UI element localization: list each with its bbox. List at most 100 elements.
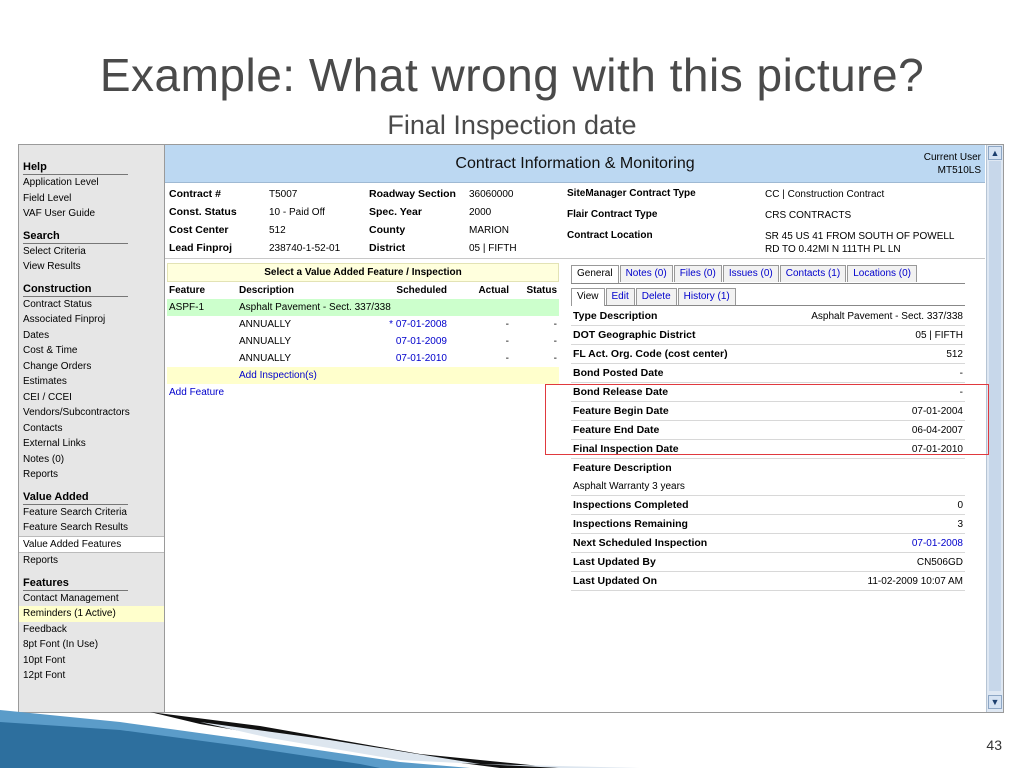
feature-table-header: Feature Description Scheduled Actual Sta… xyxy=(167,282,559,299)
subtab-view[interactable]: View xyxy=(571,288,605,306)
inspection-actual: - xyxy=(505,319,509,330)
inspection-scheduled-link[interactable]: 07-01-2010 xyxy=(361,350,449,367)
info-label: Lead Finproj xyxy=(169,242,232,254)
sidebar-item-reminders[interactable]: Reminders (1 Active) xyxy=(19,606,164,622)
blank-cell xyxy=(167,333,237,350)
column-header: Description xyxy=(239,285,295,296)
inspection-row[interactable]: ANNUALLY 07-01-2009 - - xyxy=(167,333,559,350)
info-label: Flair Contract Type xyxy=(567,209,658,220)
slide-title: Example: What wrong with this picture? xyxy=(99,49,925,101)
tab-general[interactable]: General xyxy=(571,265,619,283)
inspection-scheduled-link[interactable]: 07-01-2009 xyxy=(361,333,449,350)
tab-files[interactable]: Files (0) xyxy=(673,265,722,282)
sidebar-item-cei-ccei[interactable]: CEI / CCEI xyxy=(19,390,164,406)
inspection-status: - xyxy=(553,353,557,364)
sidebar-item-field-level[interactable]: Field Level xyxy=(19,191,164,207)
tab-issues[interactable]: Issues (0) xyxy=(722,265,779,282)
sidebar-item-value-added-features[interactable]: Value Added Features xyxy=(19,535,164,553)
inspection-row[interactable]: ANNUALLY 07-01-2010 - - xyxy=(167,350,559,367)
scroll-track[interactable] xyxy=(989,161,1001,691)
subtab-delete[interactable]: Delete xyxy=(635,288,677,305)
sidebar-item-value-added-reports[interactable]: Reports xyxy=(19,553,164,569)
sidebar-item-associated-finproj[interactable]: Associated Finproj xyxy=(19,312,164,328)
info-label: SiteManager Contract Type xyxy=(567,188,696,199)
subtab-history[interactable]: History (1) xyxy=(677,288,736,305)
detail-row: FL Act. Org. Code (cost center) 512 xyxy=(571,344,965,364)
contract-info-row: Cost Center 512 County MARION xyxy=(167,221,519,239)
sidebar-item-reports[interactable]: Reports xyxy=(19,467,164,483)
sidebar-item-select-criteria[interactable]: Select Criteria xyxy=(19,244,164,260)
detail-value: - xyxy=(769,363,965,383)
detail-row: Asphalt Warranty 3 years xyxy=(571,477,965,496)
sidebar-item-feedback[interactable]: Feedback xyxy=(19,622,164,638)
inspection-scheduled-link[interactable]: * 07-01-2008 xyxy=(361,316,449,333)
sidebar-item-cost-time[interactable]: Cost & Time xyxy=(19,343,164,359)
inspection-status: - xyxy=(553,319,557,330)
tab-notes[interactable]: Notes (0) xyxy=(619,265,673,282)
sidebar-item-application-level[interactable]: Application Level xyxy=(19,175,164,191)
scroll-down-icon[interactable]: ▼ xyxy=(988,695,1002,709)
info-value: CRS CONTRACTS xyxy=(765,210,852,221)
divider xyxy=(165,258,985,259)
sidebar-item-10pt-font[interactable]: 10pt Font xyxy=(19,653,164,669)
detail-row: DOT Geographic District 05 | FIFTH xyxy=(571,325,965,345)
inspection-row[interactable]: ANNUALLY * 07-01-2008 - - xyxy=(167,316,559,333)
info-value: 36060000 xyxy=(469,188,514,200)
annotation-highlight-box xyxy=(545,384,989,455)
inspection-description: ANNUALLY xyxy=(239,336,292,347)
column-header: Actual xyxy=(478,285,509,296)
info-value: 05 | FIFTH xyxy=(469,242,517,254)
blank-cell xyxy=(167,367,237,384)
tab-locations[interactable]: Locations (0) xyxy=(847,265,918,282)
detail-row: Type Description Asphalt Pavement - Sect.… xyxy=(571,307,965,326)
slide-subtitle: Final Inspection date xyxy=(387,110,637,140)
sidebar-item-estimates[interactable]: Estimates xyxy=(19,374,164,390)
contract-info-row: Const. Status 10 - Paid Off Spec. Year 2… xyxy=(167,203,519,221)
column-header: Status xyxy=(526,285,557,296)
sidebar-item-vendors-subcontractors[interactable]: Vendors/Subcontractors xyxy=(19,405,164,421)
detail-value: Asphalt Pavement - Sect. 337/338 xyxy=(769,307,965,326)
sidebar-item-contract-status[interactable]: Contract Status xyxy=(19,297,164,313)
inspection-status: - xyxy=(553,336,557,347)
info-label: County xyxy=(369,224,406,236)
feature-row[interactable]: ASPF-1 Asphalt Pavement - Sect. 337/338 xyxy=(167,299,559,316)
current-user-id: MT510LS xyxy=(937,165,981,176)
sidebar-item-8pt-font[interactable]: 8pt Font (In Use) xyxy=(19,637,164,653)
sidebar-item-view-results[interactable]: View Results xyxy=(19,259,164,275)
detail-row: Inspections Remaining 3 xyxy=(571,514,965,534)
sidebar-item-12pt-font[interactable]: 12pt Font xyxy=(19,668,164,684)
detail-value: 512 xyxy=(769,344,965,364)
sidebar-item-vaf-user-guide[interactable]: VAF User Guide xyxy=(19,206,164,222)
detail-label: Inspections Remaining xyxy=(571,514,770,534)
info-label: Contract # xyxy=(169,188,221,200)
feature-description: Asphalt Pavement - Sect. 337/338 xyxy=(237,299,559,316)
sidebar-item-notes[interactable]: Notes (0) xyxy=(19,452,164,468)
sidebar-item-feature-search-criteria[interactable]: Feature Search Criteria xyxy=(19,505,164,521)
blank-cell xyxy=(167,316,237,333)
add-feature-link[interactable]: Add Feature xyxy=(167,384,559,401)
sidebar-item-contact-management[interactable]: Contact Management xyxy=(19,591,164,607)
contract-type-row: Contract Location SR 45 US 41 FROM SOUTH… xyxy=(567,227,954,256)
sidebar-item-external-links[interactable]: External Links xyxy=(19,436,164,452)
info-label: Roadway Section xyxy=(369,188,456,200)
feature-table: Feature Description Scheduled Actual Sta… xyxy=(167,282,559,401)
sidebar-item-contacts[interactable]: Contacts xyxy=(19,421,164,437)
sidebar-item-dates[interactable]: Dates xyxy=(19,328,164,344)
scroll-up-icon[interactable]: ▲ xyxy=(988,146,1002,160)
feature-panel-title: Select a Value Added Feature / Inspectio… xyxy=(167,263,559,282)
info-value: T5007 xyxy=(269,188,298,200)
subtab-edit[interactable]: Edit xyxy=(605,288,635,305)
sidebar-item-feature-search-results[interactable]: Feature Search Results xyxy=(19,520,164,536)
detail-row: Last Updated On 11-02-2009 10:07 AM xyxy=(571,571,965,591)
next-inspection-link[interactable]: 07-01-2008 xyxy=(769,533,965,553)
info-label: District xyxy=(369,242,406,254)
sidebar-item-change-orders[interactable]: Change Orders xyxy=(19,359,164,375)
add-inspection-link[interactable]: Add Inspection(s) xyxy=(237,367,559,384)
detail-row: Inspections Completed 0 xyxy=(571,495,965,515)
column-header: Scheduled xyxy=(396,285,447,296)
detail-label: Type Description xyxy=(571,307,770,326)
location-line-1: SR 45 US 41 FROM SOUTH OF POWELL xyxy=(765,231,955,242)
info-value: 512 xyxy=(269,224,286,236)
tab-contacts[interactable]: Contacts (1) xyxy=(779,265,847,282)
detail-label: Inspections Completed xyxy=(571,495,770,515)
